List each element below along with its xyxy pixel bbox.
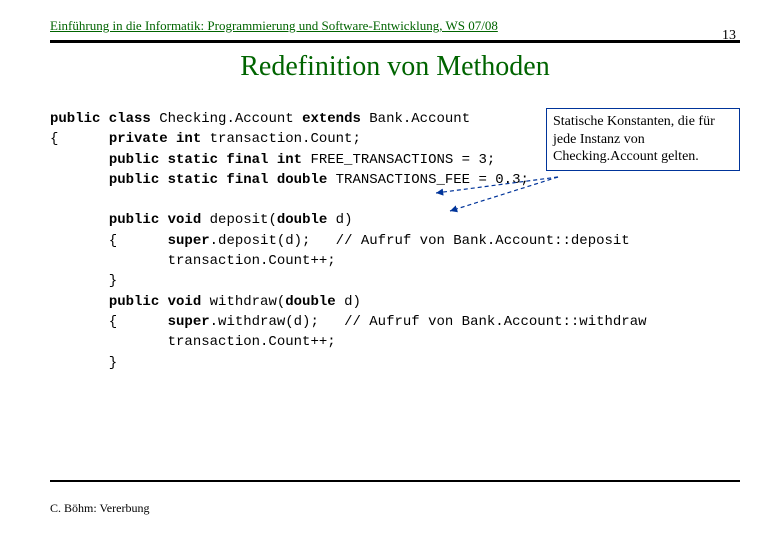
course-header: Einführung in die Informatik: Programmie… — [50, 18, 740, 36]
top-rule — [50, 40, 740, 43]
code-line: public void withdraw(double d) — [50, 294, 361, 310]
code-line: transaction.Count++; — [50, 253, 336, 269]
code-line: } — [50, 355, 117, 371]
slide-page: Einführung in die Informatik: Programmie… — [0, 0, 780, 540]
callout-text: Statische Konstanten, die für jede Insta… — [553, 114, 715, 164]
code-line: } — [50, 273, 117, 289]
code-line: public static final int FREE_TRANSACTION… — [50, 152, 495, 168]
footer-text: C. Böhm: Vererbung — [50, 501, 149, 516]
bottom-rule — [50, 480, 740, 482]
code-line: public static final double TRANSACTIONS_… — [50, 172, 529, 188]
code-line — [50, 192, 58, 208]
callout-box: Statische Konstanten, die für jede Insta… — [546, 108, 740, 171]
code-line: { super.deposit(d); // Aufruf von Bank.A… — [50, 233, 630, 249]
code-line: { private int transaction.Count; — [50, 131, 361, 147]
slide-title: Redefinition von Methoden — [50, 51, 740, 83]
code-line: public void deposit(double d) — [50, 212, 353, 228]
code-line: public class Checking.Account extends Ba… — [50, 111, 470, 127]
page-number: 13 — [722, 28, 736, 44]
code-line: { super.withdraw(d); // Aufruf von Bank.… — [50, 314, 647, 330]
code-line: transaction.Count++; — [50, 334, 336, 350]
